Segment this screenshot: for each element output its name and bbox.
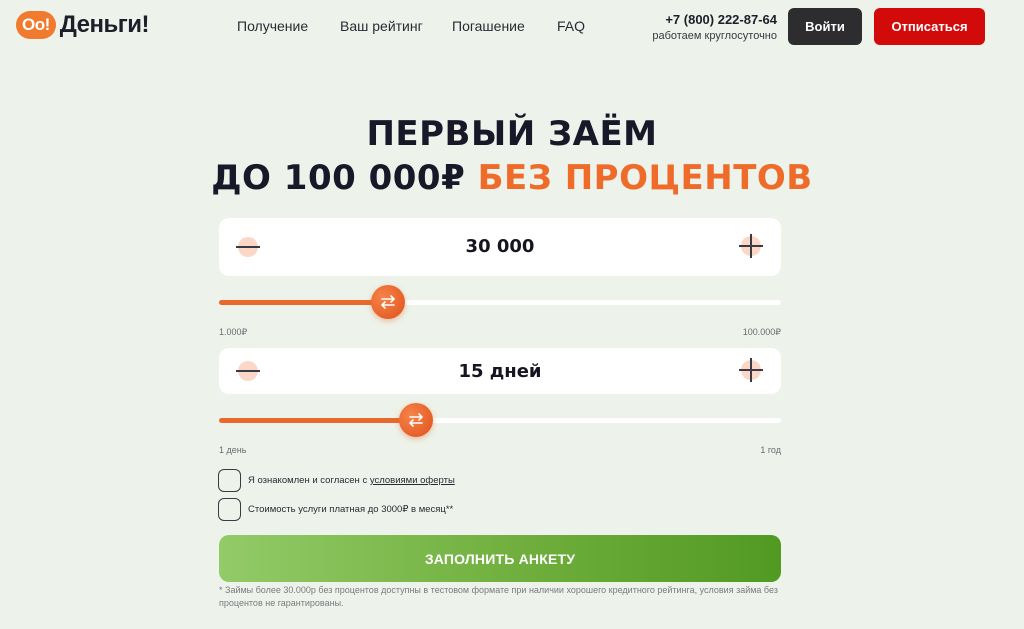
hero-title-line1: ПЕРВЫЙ ЗАЁМ	[366, 114, 658, 154]
term-value: 15 дней	[458, 361, 542, 382]
fee-label: Стоимость услуги платная до 3000₽ в меся…	[248, 504, 454, 515]
swap-arrows-icon	[408, 413, 423, 427]
login-button[interactable]: Войти	[788, 8, 862, 45]
amount-slider[interactable]	[219, 285, 781, 319]
nav-item-faq[interactable]: FAQ	[557, 18, 585, 34]
term-max-label: 1 год	[760, 445, 781, 455]
hero-title-amount: ДО 100 000₽	[211, 158, 466, 198]
agree-offer-checkbox[interactable]	[218, 469, 241, 492]
logo[interactable]: Oo! Деньги!	[16, 11, 150, 39]
term-increase-button[interactable]	[739, 358, 763, 382]
agree-offer-label: Я ознакомлен и согласен с условиями офер…	[248, 475, 455, 486]
nav-item-repayment[interactable]: Погашение	[452, 18, 525, 34]
agree-offer-row: Я ознакомлен и согласен с условиями офер…	[218, 469, 455, 492]
logo-text: Деньги!	[59, 11, 150, 38]
unsubscribe-button[interactable]: Отписаться	[874, 8, 985, 45]
term-slider-thumb[interactable]	[398, 403, 433, 437]
term-min-label: 1 день	[219, 445, 247, 455]
term-slider-fill	[219, 418, 416, 423]
term-slider[interactable]	[219, 403, 781, 437]
fee-checkbox[interactable]	[218, 498, 241, 521]
hero-title-line2: ДО 100 000₽ БЕЗ ПРОЦЕНТОВ	[0, 158, 1024, 198]
amount-slider-fill	[219, 300, 388, 305]
fee-row: Стоимость услуги платная до 3000₽ в меся…	[218, 498, 453, 521]
phone-number[interactable]: +7 (800) 222-87-64	[652, 12, 777, 27]
offer-terms-link[interactable]: условиями оферты	[370, 475, 455, 486]
nav-item-rating[interactable]: Ваш рейтинг	[340, 18, 423, 34]
swap-arrows-icon	[380, 295, 395, 309]
hero-title-accent: БЕЗ ПРОЦЕНТОВ	[477, 158, 813, 198]
agree-offer-text: Я ознакомлен и согласен с	[248, 475, 368, 486]
working-hours: работаем круглосуточно	[652, 30, 777, 42]
header: Oo! Деньги! Получение Ваш рейтинг Погаше…	[0, 0, 1024, 54]
amount-max-label: 100.000₽	[742, 327, 781, 337]
term-stepper: 15 дней	[219, 348, 781, 394]
amount-slider-thumb[interactable]	[370, 285, 405, 319]
logo-badge: Oo!	[16, 11, 56, 39]
amount-value: 30 000	[465, 236, 535, 257]
contact-block: +7 (800) 222-87-64 работаем круглосуточн…	[652, 12, 777, 42]
amount-increase-button[interactable]	[739, 234, 763, 258]
footnote: * Займы более 30.000р без процентов дост…	[219, 585, 778, 608]
fill-form-button[interactable]: ЗАПОЛНИТЬ АНКЕТУ	[219, 535, 781, 582]
nav-item-receiving[interactable]: Получение	[237, 18, 308, 34]
amount-min-label: 1.000₽	[219, 327, 248, 337]
amount-stepper: 30 000	[219, 218, 781, 276]
